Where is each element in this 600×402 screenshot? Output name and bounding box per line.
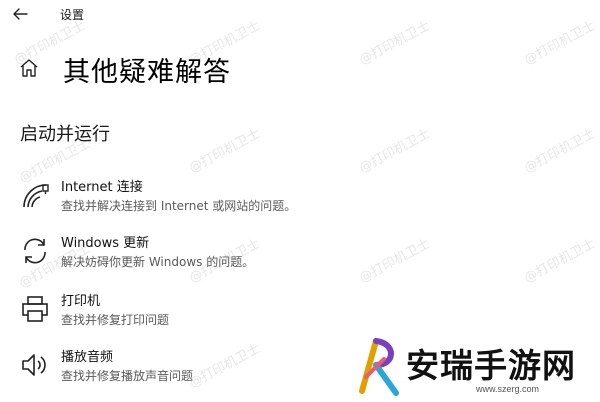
wifi-icon: [20, 180, 50, 210]
page-title: 其他疑难解答: [63, 57, 231, 88]
troubleshooter-printer[interactable]: 打印机 查找并修复打印问题: [18, 290, 438, 332]
item-description: 解决妨碍你更新 Windows 的问题。: [61, 255, 255, 269]
watermark: @打印机卫士: [356, 126, 433, 177]
printer-icon: [20, 294, 50, 324]
brand-name: 安瑞手游网: [406, 346, 576, 385]
home-icon[interactable]: [18, 57, 40, 79]
back-arrow-icon: [13, 8, 28, 20]
brand-url: www.szerg.com: [476, 384, 540, 394]
item-description: 查找并解决连接到 Internet 或网站的问题。: [61, 199, 297, 213]
title-bar: 设置: [0, 0, 600, 30]
back-button[interactable]: [10, 4, 32, 24]
watermark: @打印机卫士: [186, 126, 263, 177]
item-description: 查找并修复播放声音问题: [61, 369, 194, 383]
watermark: @打印机卫士: [521, 236, 598, 287]
item-label: Internet 连接: [61, 180, 143, 195]
item-label: 打印机: [61, 294, 101, 309]
sync-icon: [20, 236, 50, 266]
brand-logo-icon: [359, 338, 399, 396]
item-description: 查找并修复打印问题: [61, 313, 170, 327]
item-label: Windows 更新: [61, 236, 150, 251]
window-title: 设置: [60, 8, 85, 22]
troubleshooter-internet[interactable]: Internet 连接 查找并解决连接到 Internet 或网站的问题。: [18, 176, 438, 218]
item-label: 播放音频: [61, 350, 114, 365]
brand-watermark: 安瑞手游网 www.szerg.com: [356, 335, 596, 399]
watermark: @打印机卫士: [521, 126, 598, 177]
section-heading: 启动并运行: [20, 124, 110, 145]
troubleshooter-windows-update[interactable]: Windows 更新 解决妨碍你更新 Windows 的问题。: [18, 232, 438, 274]
speaker-icon: [20, 350, 50, 380]
